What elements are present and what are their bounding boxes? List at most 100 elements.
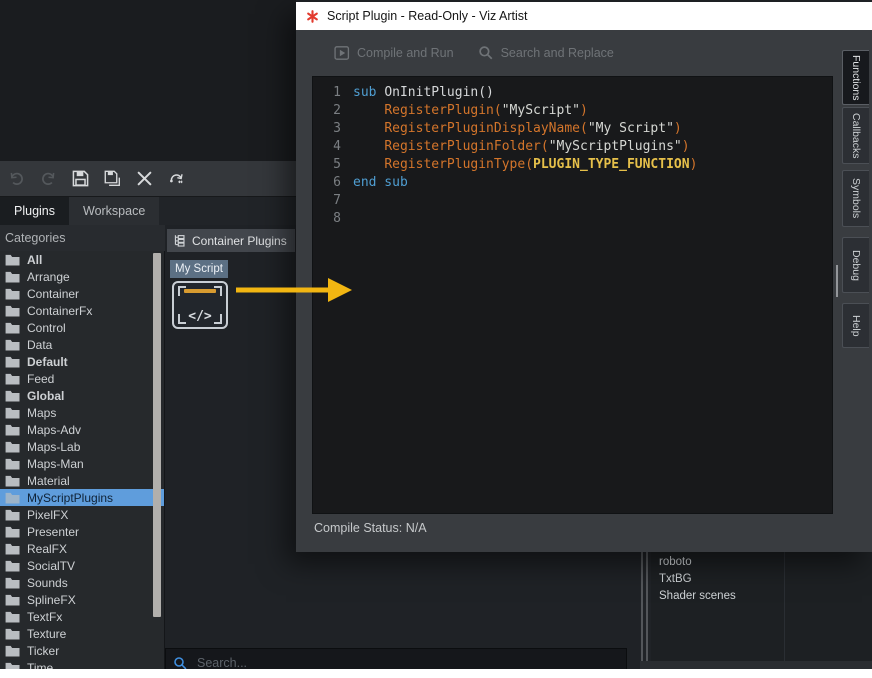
delete-icon[interactable]	[134, 169, 154, 189]
screenshot-bottom-edge	[0, 669, 872, 678]
code-line[interactable]: 5 RegisterPluginType(PLUGIN_TYPE_FUNCTIO…	[313, 156, 832, 174]
script-reload-icon[interactable]	[166, 169, 186, 189]
scene-tree-item[interactable]: roboto	[651, 553, 872, 570]
category-item-container[interactable]: Container	[0, 285, 164, 302]
category-item-sounds[interactable]: Sounds	[0, 574, 164, 591]
compile-and-run-label: Compile and Run	[357, 46, 454, 60]
code-line[interactable]: 8	[313, 210, 832, 228]
code-segment: RegisterPluginFolder(	[384, 139, 548, 154]
folder-icon	[5, 509, 20, 521]
compile-and-run-button[interactable]: Compile and Run	[334, 45, 454, 61]
code-segment	[353, 157, 384, 172]
script-window-toolbar: Compile and Run Search and Replace	[296, 36, 872, 70]
code-line[interactable]: 1sub OnInitPlugin()	[313, 84, 832, 102]
tab-workspace[interactable]: Workspace	[69, 197, 159, 225]
script-plugin-icon[interactable]: </>	[172, 281, 228, 329]
category-item-socialtv[interactable]: SocialTV	[0, 557, 164, 574]
code-segment: RegisterPluginDisplayName(	[384, 121, 588, 136]
code-segment: "My Script"	[588, 121, 674, 136]
category-item-control[interactable]: Control	[0, 319, 164, 336]
code-segment: PLUGIN_TYPE_FUNCTION	[533, 157, 690, 172]
category-item-global[interactable]: Global	[0, 387, 164, 404]
save-icon[interactable]	[70, 169, 90, 189]
category-item-presenter[interactable]: Presenter	[0, 523, 164, 540]
categories-list: AllArrangeContainerContainerFxControl Dat…	[0, 251, 165, 678]
category-item-realfx[interactable]: RealFX	[0, 540, 164, 557]
category-label: SplineFX	[27, 593, 76, 607]
window-title: Script Plugin - Read-Only - Viz Artist	[327, 9, 528, 23]
category-item-feed[interactable]: Feed	[0, 370, 164, 387]
code-line[interactable]: 7	[313, 192, 832, 210]
category-item-data[interactable]: Data	[0, 336, 164, 353]
category-item-splinefx[interactable]: SplineFX	[0, 591, 164, 608]
line-number: 2	[313, 102, 341, 120]
folder-icon	[5, 254, 20, 266]
plugin-name-label: My Script	[175, 263, 223, 275]
category-label: All	[27, 253, 42, 267]
container-plugins-header[interactable]: Container Plugins	[167, 229, 295, 252]
editor-scrollbar-thumb[interactable]	[836, 265, 838, 297]
side-tab-debug[interactable]: Debug	[842, 237, 869, 293]
category-label: SocialTV	[27, 559, 75, 573]
code-line[interactable]: 6end sub	[313, 174, 832, 192]
scene-tree-item[interactable]: Shader scenes	[651, 587, 872, 604]
category-label: Presenter	[27, 525, 79, 539]
folder-icon	[5, 577, 20, 589]
categories-scrollbar-thumb[interactable]	[153, 253, 161, 617]
folder-icon	[5, 441, 20, 453]
folder-icon	[5, 339, 20, 351]
code-line[interactable]: 4 RegisterPluginFolder("MyScriptPlugins"…	[313, 138, 832, 156]
code-line[interactable]: 3 RegisterPluginDisplayName("My Script")	[313, 120, 832, 138]
line-number: 4	[313, 138, 341, 156]
categories-scrollbar[interactable]	[152, 253, 161, 645]
save-as-icon[interactable]	[102, 169, 122, 189]
code-segment: )	[682, 139, 690, 154]
category-label: Material	[27, 474, 70, 488]
side-tab-symbols[interactable]: Symbols	[842, 170, 869, 227]
category-item-pixelfx[interactable]: PixelFX	[0, 506, 164, 523]
folder-icon	[5, 356, 20, 368]
code-segment	[353, 139, 384, 154]
viz-logo-icon	[306, 10, 319, 23]
category-item-maps[interactable]: Maps	[0, 404, 164, 421]
category-item-containerfx[interactable]: ContainerFx	[0, 302, 164, 319]
category-item-maps-man[interactable]: Maps-Man	[0, 455, 164, 472]
undo-icon[interactable]	[6, 169, 26, 189]
category-item-maps-adv[interactable]: Maps-Adv	[0, 421, 164, 438]
folder-icon	[5, 560, 20, 572]
code-editor[interactable]: 1sub OnInitPlugin()2 RegisterPlugin("MyS…	[312, 76, 833, 514]
code-segment: end sub	[353, 175, 408, 190]
scene-tree-panel: robotoTxtBGShader scenes	[651, 552, 872, 669]
side-tab-help[interactable]: Help	[842, 303, 869, 348]
side-tab-functions[interactable]: Functions	[842, 50, 869, 105]
category-item-all[interactable]: All	[0, 251, 164, 268]
scrollbar-line	[646, 552, 648, 669]
side-tab-callbacks[interactable]: Callbacks	[842, 107, 869, 164]
category-item-texture[interactable]: Texture	[0, 625, 164, 642]
folder-icon	[5, 526, 20, 538]
scene-tree-scrollbar[interactable]	[640, 552, 651, 669]
category-label: Data	[27, 338, 52, 352]
folder-icon	[5, 322, 20, 334]
render-preview-pane	[0, 0, 296, 161]
scene-tree-item[interactable]: TxtBG	[651, 570, 872, 587]
scrollbar-line	[641, 552, 643, 669]
folder-icon	[5, 373, 20, 385]
category-item-myscriptplugins[interactable]: MyScriptPlugins	[0, 489, 164, 506]
code-segment: RegisterPlugin(	[384, 103, 501, 118]
category-item-textfx[interactable]: TextFx	[0, 608, 164, 625]
plugin-name-chip[interactable]: My Script	[170, 260, 228, 278]
category-item-material[interactable]: Material	[0, 472, 164, 489]
category-label: Texture	[27, 627, 66, 641]
category-item-default[interactable]: Default	[0, 353, 164, 370]
category-item-ticker[interactable]: Ticker	[0, 642, 164, 659]
code-line[interactable]: 2 RegisterPlugin("MyScript")	[313, 102, 832, 120]
search-and-replace-label: Search and Replace	[501, 46, 614, 60]
tab-plugins[interactable]: Plugins	[0, 197, 69, 225]
category-label: TextFx	[27, 610, 62, 624]
window-titlebar[interactable]: Script Plugin - Read-Only - Viz Artist	[296, 2, 872, 30]
redo-icon[interactable]	[38, 169, 58, 189]
category-item-maps-lab[interactable]: Maps-Lab	[0, 438, 164, 455]
search-and-replace-button[interactable]: Search and Replace	[478, 45, 614, 61]
category-item-arrange[interactable]: Arrange	[0, 268, 164, 285]
